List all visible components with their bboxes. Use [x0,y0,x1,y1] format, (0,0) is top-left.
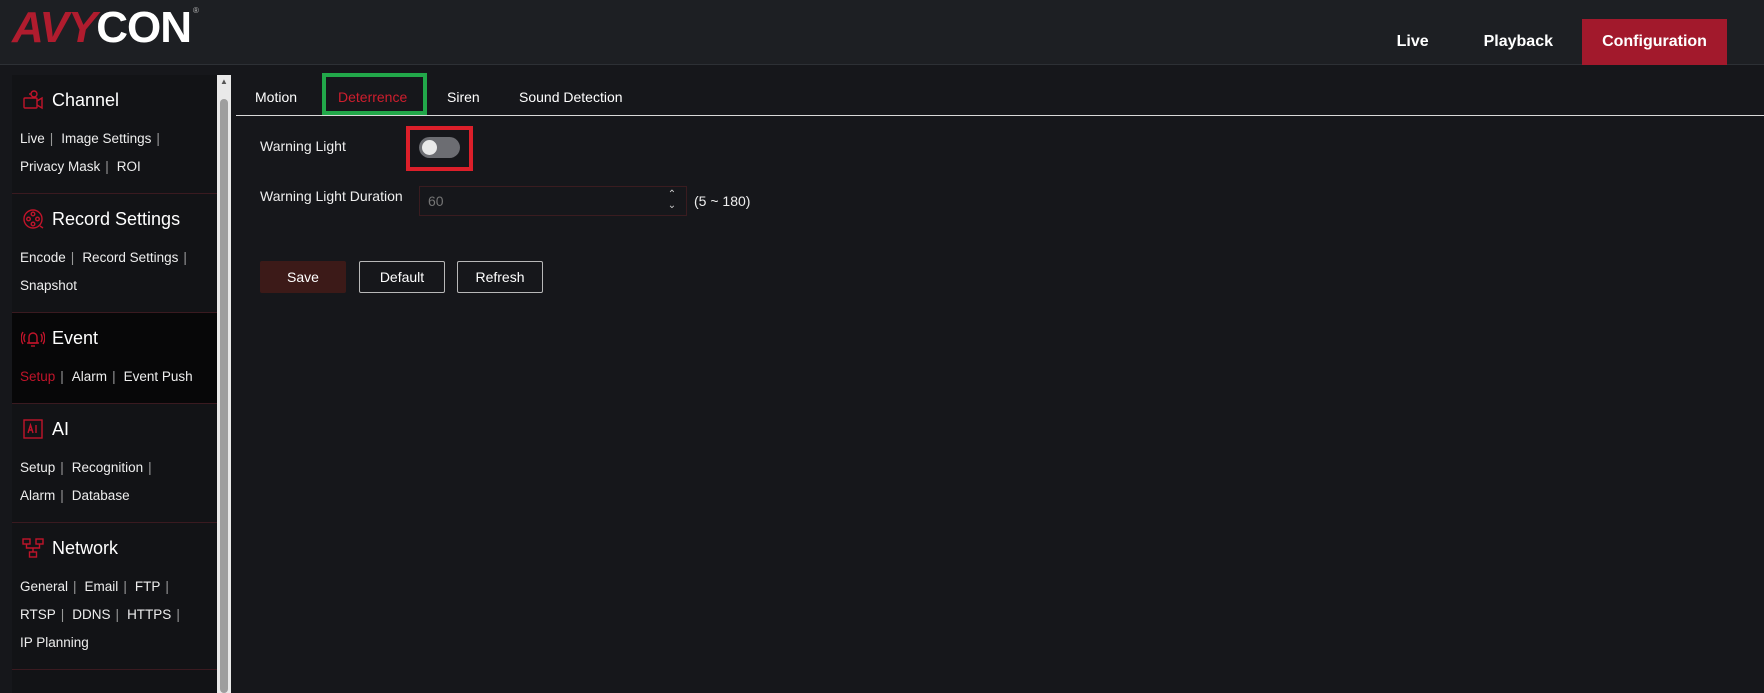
separator: | [176,607,180,622]
nav-live[interactable]: Live [1377,19,1449,65]
ai-links: Setup | Recognition | Alarm | Database [20,454,209,510]
scroll-up-arrow-icon[interactable]: ▲ [217,75,231,89]
logo-part-red: AVY [12,3,97,52]
duration-stepper[interactable]: ⌃ ⌄ [419,186,687,216]
link-encode[interactable]: Encode [20,250,66,265]
refresh-button[interactable]: Refresh [457,261,543,293]
link-event-setup[interactable]: Setup [20,369,55,384]
sidebar-section-network: Network General | Email | FTP | RTSP | DDNS | HTT… [12,523,217,670]
separator: | [165,579,169,594]
nav-playback[interactable]: Playback [1464,19,1573,65]
logo-part-white: CON [96,3,192,52]
warning-light-label: Warning Light [260,138,346,154]
top-header: AVY CON ® Live Playback Configuration [0,0,1764,65]
toggle-highlight-box [406,126,473,171]
network-icon [20,535,46,561]
link-ai-database[interactable]: Database [72,488,130,503]
event-links: Setup | Alarm | Event Push [20,363,209,391]
film-reel-icon [20,206,46,232]
link-snapshot[interactable]: Snapshot [20,278,77,293]
link-privacy-mask[interactable]: Privacy Mask [20,159,100,174]
link-network-https[interactable]: HTTPS [127,607,171,622]
duration-input[interactable] [420,187,650,215]
tab-motion[interactable]: Motion [255,83,297,111]
link-ai-setup[interactable]: Setup [20,460,55,475]
link-event-push[interactable]: Event Push [124,369,193,384]
default-button[interactable]: Default [359,261,445,293]
network-links: General | Email | FTP | RTSP | DDNS | HTTPS | IP P… [20,573,209,657]
link-ai-recognition[interactable]: Recognition [72,460,143,475]
tab-sound-detection[interactable]: Sound Detection [519,83,623,111]
link-ai-alarm[interactable]: Alarm [20,488,55,503]
link-live[interactable]: Live [20,131,45,146]
save-button[interactable]: Save [260,261,346,293]
section-title-network: Network [52,537,119,558]
sidebar: Channel Live | Image Settings | Privacy Mas… [12,75,217,693]
sidebar-section-record: Record Settings Encode | Record Settings | … [12,194,217,313]
sidebar-scrollbar[interactable]: ▲ [217,75,231,693]
camera-icon [20,87,46,113]
link-event-alarm[interactable]: Alarm [72,369,107,384]
separator: | [112,369,116,384]
link-network-general[interactable]: General [20,579,68,594]
brand-logo: AVY CON ® [12,6,199,50]
section-title-ai: AI [52,418,70,439]
separator: | [60,369,64,384]
separator: | [183,250,187,265]
link-network-ddns[interactable]: DDNS [72,607,110,622]
section-head-channel[interactable]: Channel [20,87,209,113]
nav-configuration[interactable]: Configuration [1582,19,1727,65]
separator: | [49,131,54,146]
separator: | [60,460,64,475]
tab-siren[interactable]: Siren [447,83,480,111]
section-head-ai[interactable]: AI [20,416,209,442]
logo-trademark: ® [193,6,199,15]
separator: | [156,131,160,146]
chevron-up-icon[interactable]: ⌃ [666,189,678,200]
top-navigation: Live Playback Configuration [1377,19,1764,65]
link-record-settings[interactable]: Record Settings [82,250,178,265]
tab-highlight-box [322,73,427,115]
separator: | [73,579,77,594]
link-network-rtsp[interactable]: RTSP [20,607,56,622]
sidebar-section-event: Event Setup | Alarm | Event Push [12,313,217,404]
section-title-event: Event [52,327,99,348]
link-network-ip-planning[interactable]: IP Planning [20,635,89,650]
section-head-event[interactable]: Event [20,325,209,351]
section-title-channel: Channel [52,89,120,110]
separator: | [115,607,120,622]
sidebar-section-ai: AI Setup | Recognition | Alarm | Database [12,404,217,523]
ai-chip-icon [20,416,46,442]
chevron-down-icon[interactable]: ⌄ [666,200,678,211]
section-head-record[interactable]: Record Settings [20,206,209,232]
scrollbar-thumb[interactable] [220,99,228,693]
link-network-email[interactable]: Email [85,579,119,594]
alarm-bell-icon [20,325,46,351]
duration-label: Warning Light Duration [260,188,403,204]
separator: | [70,250,75,265]
duration-range-hint: (5 ~ 180) [694,193,751,209]
separator: | [105,159,109,174]
separator: | [60,488,64,503]
main-content: Motion Deterrence Siren Sound Detection … [236,73,1764,693]
link-roi[interactable]: ROI [117,159,141,174]
channel-links: Live | Image Settings | Privacy Mask | ROI [20,125,209,181]
section-head-network[interactable]: Network [20,535,209,561]
tab-bar: Motion Deterrence Siren Sound Detection [236,73,1764,116]
stepper-arrows[interactable]: ⌃ ⌄ [666,189,678,213]
separator: | [60,607,65,622]
separator: | [148,460,152,475]
section-title-record: Record Settings [52,208,181,229]
sidebar-section-channel: Channel Live | Image Settings | Privacy Mas… [12,75,217,194]
record-links: Encode | Record Settings | Snapshot [20,244,209,300]
separator: | [123,579,127,594]
link-image-settings[interactable]: Image Settings [61,131,151,146]
link-network-ftp[interactable]: FTP [135,579,161,594]
